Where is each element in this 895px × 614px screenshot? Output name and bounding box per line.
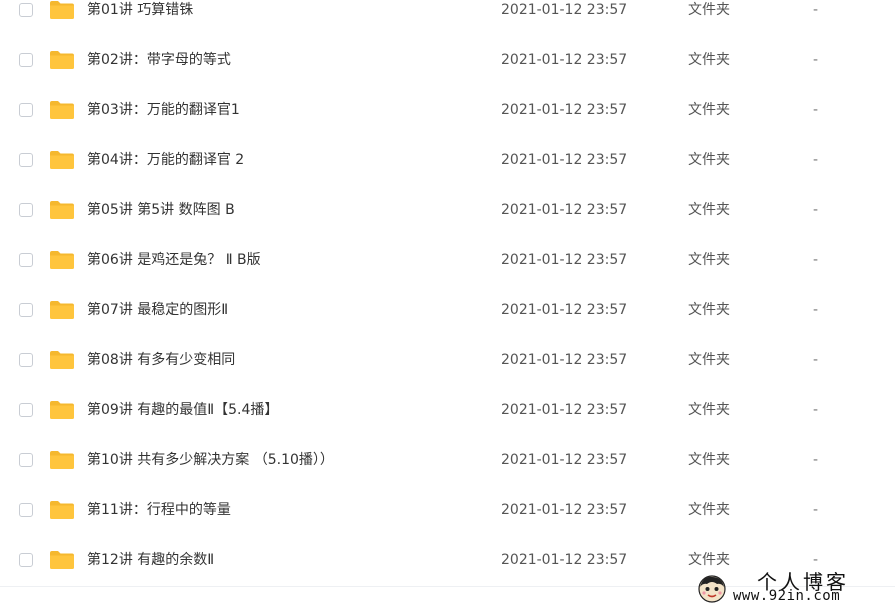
file-date: 2021-01-12 23:57 <box>501 52 628 68</box>
file-name[interactable]: 第08讲 有多有少变相同 <box>87 350 235 370</box>
row-checkbox[interactable] <box>19 103 33 117</box>
folder-icon <box>50 251 74 269</box>
row-checkbox[interactable] <box>19 503 33 517</box>
file-size: - <box>813 302 819 318</box>
file-date: 2021-01-12 23:57 <box>501 202 628 218</box>
file-size: - <box>813 452 819 468</box>
file-date: 2021-01-12 23:57 <box>501 552 628 568</box>
row-checkbox[interactable] <box>19 3 33 17</box>
file-date: 2021-01-12 23:57 <box>501 402 628 418</box>
file-name[interactable]: 第02讲：带字母的等式 <box>87 50 231 70</box>
file-row[interactable]: 第09讲 有趣的最值Ⅱ【5.4播】 2021-01-12 23:57 文件夹 - <box>0 385 895 435</box>
row-checkbox[interactable] <box>19 253 33 267</box>
folder-icon <box>50 1 74 19</box>
file-date: 2021-01-12 23:57 <box>501 452 628 468</box>
file-name[interactable]: 第05讲 第5讲 数阵图 B <box>87 200 235 220</box>
folder-icon <box>50 51 74 69</box>
file-date: 2021-01-12 23:57 <box>501 302 628 318</box>
folder-icon <box>50 501 74 519</box>
file-type: 文件夹 <box>688 152 730 168</box>
file-name[interactable]: 第09讲 有趣的最值Ⅱ【5.4播】 <box>87 400 278 420</box>
folder-icon <box>50 351 74 369</box>
file-type: 文件夹 <box>688 502 730 518</box>
file-row[interactable]: 第08讲 有多有少变相同 2021-01-12 23:57 文件夹 - <box>0 335 895 385</box>
row-checkbox[interactable] <box>19 53 33 67</box>
file-row[interactable]: 第04讲：万能的翻译官 2 2021-01-12 23:57 文件夹 - <box>0 135 895 185</box>
file-size: - <box>813 52 819 68</box>
file-name[interactable]: 第12讲 有趣的余数Ⅱ <box>87 550 214 570</box>
folder-icon <box>50 151 74 169</box>
watermark: 个人博客 www.92in.com <box>697 570 887 608</box>
file-size: - <box>813 2 819 18</box>
file-row[interactable]: 第10讲 共有多少解决方案 （5.10播）） 2021-01-12 23:57 文件… <box>0 435 895 485</box>
file-size: - <box>813 352 819 368</box>
row-checkbox[interactable] <box>19 553 33 567</box>
row-checkbox[interactable] <box>19 203 33 217</box>
file-type: 文件夹 <box>688 102 730 118</box>
file-date: 2021-01-12 23:57 <box>501 2 628 18</box>
row-checkbox[interactable] <box>19 353 33 367</box>
file-type: 文件夹 <box>688 402 730 418</box>
file-size: - <box>813 102 819 118</box>
file-size: - <box>813 402 819 418</box>
file-name[interactable]: 第04讲：万能的翻译官 2 <box>87 150 244 170</box>
folder-icon <box>50 101 74 119</box>
file-type: 文件夹 <box>688 452 730 468</box>
folder-icon <box>50 451 74 469</box>
file-date: 2021-01-12 23:57 <box>501 152 628 168</box>
file-type: 文件夹 <box>688 352 730 368</box>
file-row[interactable]: 第02讲：带字母的等式 2021-01-12 23:57 文件夹 - <box>0 35 895 85</box>
watermark-url: www.92in.com <box>733 588 841 604</box>
file-list-page: 第01讲 巧算错铢 2021-01-12 23:57 文件夹 - 第02讲：带字母的等式… <box>0 0 895 614</box>
file-row[interactable]: 第05讲 第5讲 数阵图 B 2021-01-12 23:57 文件夹 - <box>0 185 895 235</box>
file-name[interactable]: 第06讲 是鸡还是兔？ Ⅱ B版 <box>87 250 261 270</box>
file-name[interactable]: 第07讲 最稳定的图形Ⅱ <box>87 300 228 320</box>
file-name[interactable]: 第10讲 共有多少解决方案 （5.10播）） <box>87 450 334 470</box>
file-size: - <box>813 202 819 218</box>
file-row[interactable]: 第01讲 巧算错铢 2021-01-12 23:57 文件夹 - <box>0 0 895 35</box>
row-checkbox[interactable] <box>19 153 33 167</box>
folder-icon <box>50 551 74 569</box>
file-row[interactable]: 第07讲 最稳定的图形Ⅱ 2021-01-12 23:57 文件夹 - <box>0 285 895 335</box>
file-type: 文件夹 <box>688 2 730 18</box>
file-date: 2021-01-12 23:57 <box>501 102 628 118</box>
file-type: 文件夹 <box>688 202 730 218</box>
file-type: 文件夹 <box>688 52 730 68</box>
folder-icon <box>50 301 74 319</box>
file-size: - <box>813 502 819 518</box>
file-date: 2021-01-12 23:57 <box>501 252 628 268</box>
row-checkbox[interactable] <box>19 453 33 467</box>
file-date: 2021-01-12 23:57 <box>501 502 628 518</box>
file-row[interactable]: 第06讲 是鸡还是兔？ Ⅱ B版 2021-01-12 23:57 文件夹 - <box>0 235 895 285</box>
file-row[interactable]: 第11讲：行程中的等量 2021-01-12 23:57 文件夹 - <box>0 485 895 535</box>
file-type: 文件夹 <box>688 552 730 568</box>
file-size: - <box>813 152 819 168</box>
file-type: 文件夹 <box>688 252 730 268</box>
folder-icon <box>50 201 74 219</box>
file-type: 文件夹 <box>688 302 730 318</box>
row-checkbox[interactable] <box>19 303 33 317</box>
file-date: 2021-01-12 23:57 <box>501 352 628 368</box>
row-checkbox[interactable] <box>19 403 33 417</box>
folder-icon <box>50 401 74 419</box>
file-name[interactable]: 第03讲：万能的翻译官1 <box>87 100 240 120</box>
file-name[interactable]: 第11讲：行程中的等量 <box>87 500 231 520</box>
file-list: 第01讲 巧算错铢 2021-01-12 23:57 文件夹 - 第02讲：带字母的等式… <box>0 0 895 585</box>
avatar-icon <box>698 575 726 603</box>
file-row[interactable]: 第03讲：万能的翻译官1 2021-01-12 23:57 文件夹 - <box>0 85 895 135</box>
file-name[interactable]: 第01讲 巧算错铢 <box>87 0 193 20</box>
file-size: - <box>813 252 819 268</box>
